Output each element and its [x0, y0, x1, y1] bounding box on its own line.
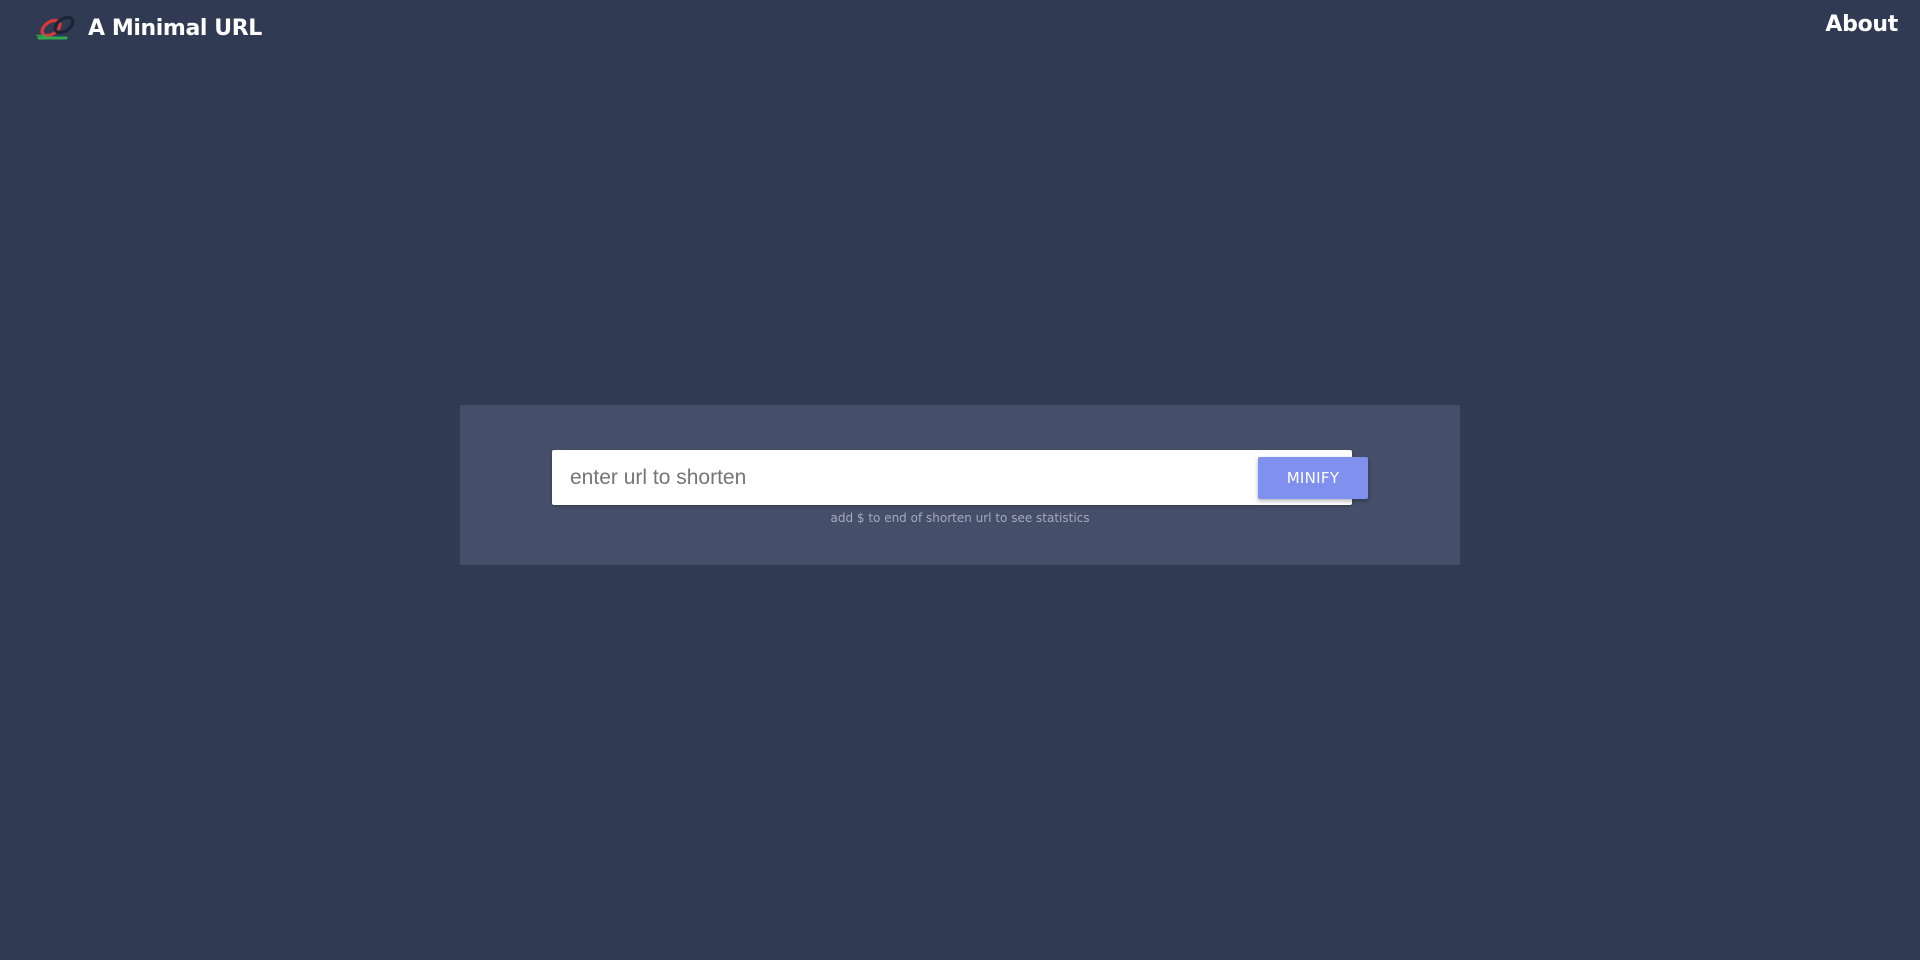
- about-link[interactable]: About: [1825, 12, 1898, 37]
- shorten-panel: MINIFY add $ to end of shorten url to se…: [460, 405, 1460, 565]
- chain-link-icon: [36, 15, 75, 40]
- page: A Minimal URL About MINIFY add $ to end …: [0, 0, 1920, 960]
- shorten-form: MINIFY: [552, 450, 1368, 505]
- brand-home-link[interactable]: A Minimal URL: [36, 12, 262, 44]
- minify-button[interactable]: MINIFY: [1258, 457, 1368, 499]
- site-title: A Minimal URL: [88, 15, 262, 41]
- statistics-hint: add $ to end of shorten url to see stati…: [830, 511, 1090, 525]
- url-input[interactable]: [552, 450, 1352, 505]
